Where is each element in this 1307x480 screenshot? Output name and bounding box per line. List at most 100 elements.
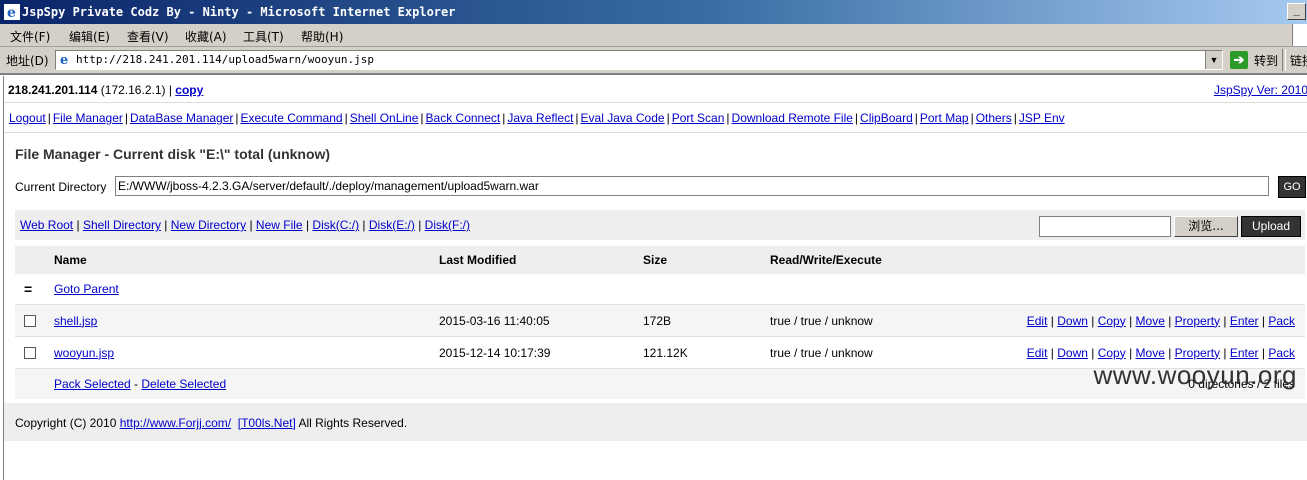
action-pack[interactable]: Pack [1268,346,1295,360]
file-modified: 2015-03-16 11:40:05 [439,304,643,337]
nav-port-map[interactable]: Port Map [920,111,969,125]
file-checkbox[interactable] [24,347,36,360]
chevron-down-icon[interactable]: ▼ [1205,51,1222,69]
browse-button[interactable]: 浏览... [1174,216,1238,237]
nav-back-connect[interactable]: Back Connect [426,111,501,125]
address-input[interactable]: e http://218.241.201.114/upload5warn/woo… [55,50,1223,70]
file-name-link[interactable]: wooyun.jsp [54,346,114,360]
file-permissions: true / true / unknow [770,304,1000,337]
column-name: Name [54,246,439,274]
nav-java-reflect[interactable]: Java Reflect [507,111,573,125]
link-disk-c[interactable]: Disk(C:/) [312,218,359,232]
nav-execute-command[interactable]: Execute Command [241,111,343,125]
nav-logout[interactable]: Logout [9,111,46,125]
current-directory-input[interactable]: E:/WWW/jboss-4.2.3.GA/server/default/./d… [115,176,1269,196]
menu-edit[interactable]: 编辑(E) [69,28,110,45]
host-line: 218.241.201.114 (172.16.2.1) | copy [8,83,204,97]
copyright-suffix: All Rights Reserved. [298,416,408,430]
file-toolbar: Web Root | Shell Directory | New Directo… [15,210,1305,240]
menu-bar: 文件(F) 编辑(E) 查看(V) 收藏(A) 工具(T) 帮助(H) [0,24,1307,47]
link-new-file[interactable]: New File [256,218,303,232]
action-edit[interactable]: Edit [1027,314,1048,328]
t00ls-link[interactable]: [T00ls.Net] [238,416,296,430]
column-size: Size [643,246,770,274]
action-move[interactable]: Move [1136,346,1165,360]
page-content: 218.241.201.114 (172.16.2.1) | copy JspS… [3,76,1307,480]
file-name-link[interactable]: shell.jsp [54,314,97,328]
action-property[interactable]: Property [1175,346,1220,360]
action-down[interactable]: Down [1057,346,1088,360]
copyright-prefix: Copyright (C) 2010 [15,416,117,430]
menu-favorites[interactable]: 收藏(A) [185,28,227,45]
go-button[interactable]: 转到 [1254,52,1278,69]
link-new-directory[interactable]: New Directory [171,218,246,232]
action-enter[interactable]: Enter [1230,346,1259,360]
version-link[interactable]: JspSpy Ver: 2010 [1214,83,1307,97]
file-size: 172B [643,304,770,337]
file-size: 121.12K [643,336,770,369]
action-edit[interactable]: Edit [1027,346,1048,360]
action-pack[interactable]: Pack [1268,314,1295,328]
link-shell-directory[interactable]: Shell Directory [83,218,161,232]
upload-file-input[interactable] [1039,216,1171,237]
parent-symbol: = [24,281,33,297]
parent-row: = Goto Parent [15,274,1305,305]
host-ip: 218.241.201.114 [8,83,98,97]
delete-selected-link[interactable]: Delete Selected [141,377,226,391]
svg-text:e: e [60,53,68,67]
links-button[interactable]: 链接 [1290,52,1307,69]
copyright: Copyright (C) 2010 http://www.Forjj.com/… [15,416,407,430]
menu-tools[interactable]: 工具(T) [243,28,284,45]
file-modified: 2015-12-14 10:17:39 [439,336,643,369]
page-icon: e [58,52,73,67]
menu-file[interactable]: 文件(F) [10,28,50,45]
nav-port-scan[interactable]: Port Scan [672,111,725,125]
go-directory-button[interactable]: GO [1278,176,1306,198]
menu-help[interactable]: 帮助(H) [301,28,343,45]
window-titlebar: e JspSpy Private Codz By - Ninty - Micro… [0,0,1307,24]
toolbar-separator [1282,49,1286,71]
link-disk-e[interactable]: Disk(E:/) [369,218,415,232]
file-checkbox[interactable] [24,315,36,328]
windows-logo-icon [1292,24,1307,46]
nav-database-manager[interactable]: DataBase Manager [130,111,233,125]
table-header: Name Last Modified Size Read/Write/Execu… [15,246,1305,274]
goto-parent-link[interactable]: Goto Parent [54,282,119,296]
nav-others[interactable]: Others [976,111,1012,125]
pack-selected-link[interactable]: Pack Selected [54,377,131,391]
divider [4,132,1307,133]
nav-shell-online[interactable]: Shell OnLine [350,111,419,125]
table-row: shell.jsp 2015-03-16 11:40:05 172B true … [15,304,1305,337]
column-permissions: Read/Write/Execute [770,246,1000,274]
address-bar: 地址(D) e http://218.241.201.114/upload5wa… [0,47,1307,75]
action-copy[interactable]: Copy [1098,346,1126,360]
upload-button[interactable]: Upload [1241,216,1301,237]
address-url: http://218.241.201.114/upload5warn/wooyu… [76,53,375,66]
nav-clipboard[interactable]: ClipBoard [860,111,913,125]
divider [4,102,1307,103]
menu-view[interactable]: 查看(V) [127,28,169,45]
window-title: JspSpy Private Codz By - Ninty - Microso… [22,5,456,19]
action-enter[interactable]: Enter [1230,314,1259,328]
nav-jsp-env[interactable]: JSP Env [1019,111,1065,125]
minimize-icon[interactable]: _ [1287,3,1306,20]
quick-links: Web Root | Shell Directory | New Directo… [20,218,470,232]
nav-eval-java-code[interactable]: Eval Java Code [581,111,665,125]
copy-link[interactable]: copy [175,83,203,97]
svg-text:e: e [7,5,16,20]
action-move[interactable]: Move [1136,314,1165,328]
current-directory-label: Current Directory [15,180,107,194]
forjj-link[interactable]: http://www.Forjj.com/ [120,416,231,430]
action-property[interactable]: Property [1175,314,1220,328]
nav-download-remote-file[interactable]: Download Remote File [732,111,853,125]
watermark: www.wooyun.org [1093,360,1297,390]
action-down[interactable]: Down [1057,314,1088,328]
go-arrow-icon[interactable]: ➔ [1230,51,1248,69]
action-copy[interactable]: Copy [1098,314,1126,328]
main-nav: Logout | File Manager | DataBase Manager | Exe… [9,111,1065,125]
nav-file-manager[interactable]: File Manager [53,111,123,125]
link-disk-f[interactable]: Disk(F:/) [425,218,470,232]
local-ip: (172.16.2.1) [100,83,166,97]
page-footer: Copyright (C) 2010 http://www.Forjj.com/… [4,403,1307,441]
link-web-root[interactable]: Web Root [20,218,73,232]
